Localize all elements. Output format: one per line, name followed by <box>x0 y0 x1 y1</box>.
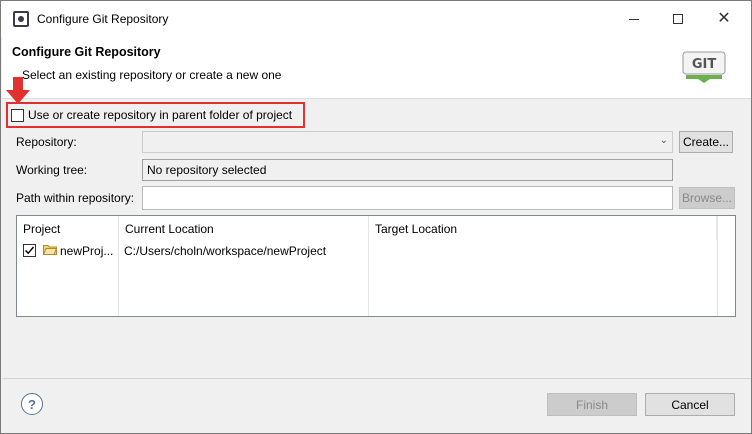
create-button[interactable]: Create... <box>679 131 733 153</box>
git-logo-text: GIT <box>692 57 717 72</box>
chevron-down-icon: ⌄ <box>659 135 668 146</box>
finish-button[interactable]: Finish <box>547 393 637 416</box>
maximize-button[interactable] <box>655 1 701 37</box>
footer-divider <box>2 378 751 379</box>
browse-button[interactable]: Browse... <box>679 187 735 209</box>
column-header-target-location[interactable]: Target Location <box>369 216 717 240</box>
cancel-button[interactable]: Cancel <box>645 393 735 416</box>
window-title: Configure Git Repository <box>37 12 169 26</box>
column-header-project[interactable]: Project <box>17 216 119 240</box>
help-icon[interactable]: ? <box>21 393 43 415</box>
working-tree-field: No repository selected <box>142 159 673 181</box>
use-parent-folder-option[interactable]: Use or create repository in parent folde… <box>11 108 292 122</box>
page-title: Configure Git Repository <box>12 45 161 59</box>
path-within-repository-label: Path within repository: <box>16 191 135 205</box>
project-folder-icon <box>43 245 57 255</box>
header-banner: Configure Git Repository Select an exist… <box>2 37 751 99</box>
eclipse-app-icon <box>13 11 29 27</box>
working-tree-label: Working tree: <box>16 163 88 177</box>
path-within-repository-input[interactable] <box>142 186 673 210</box>
column-header-current-location[interactable]: Current Location <box>119 216 369 240</box>
close-button[interactable]: ✕ <box>701 1 747 37</box>
checkmark-icon <box>24 246 35 255</box>
use-parent-folder-checkbox[interactable] <box>11 108 24 122</box>
repository-combo[interactable]: ⌄ <box>142 131 673 153</box>
red-arrow-annotation-icon <box>6 77 30 104</box>
current-location-cell: C:/Users/choln/workspace/newProject <box>124 244 327 258</box>
page-description: Select an existing repository or create … <box>22 68 282 82</box>
git-logo-icon: GIT <box>682 51 726 83</box>
project-row-checkbox[interactable] <box>23 244 36 257</box>
projects-table: Project Current Location Target Location <box>16 215 736 317</box>
column-separator <box>368 216 369 316</box>
minimize-icon <box>629 18 639 20</box>
column-separator <box>717 216 718 316</box>
minimize-button[interactable] <box>611 1 657 37</box>
maximize-icon <box>673 14 683 24</box>
use-parent-folder-label: Use or create repository in parent folde… <box>28 108 293 122</box>
column-separator <box>118 216 119 316</box>
dialog-window: Configure Git Repository ✕ Configure Git… <box>0 0 752 434</box>
repository-label: Repository: <box>16 135 77 149</box>
project-name-cell[interactable]: newProj... <box>60 244 113 258</box>
close-icon: ✕ <box>717 10 731 27</box>
title-bar: Configure Git Repository ✕ <box>1 1 751 37</box>
